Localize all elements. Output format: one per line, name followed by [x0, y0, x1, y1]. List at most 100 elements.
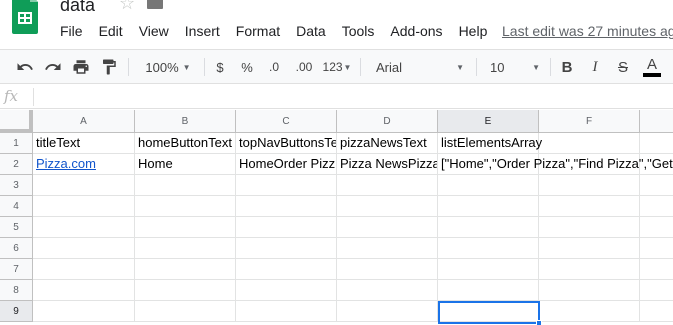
cell-g1[interactable] — [640, 133, 673, 154]
fill-handle[interactable] — [536, 320, 542, 325]
cell-c5[interactable] — [236, 217, 337, 238]
row-header-4[interactable]: 4 — [0, 196, 33, 217]
row-header-8[interactable]: 8 — [0, 280, 33, 301]
menu-help[interactable]: Help — [451, 22, 496, 42]
cell-d4[interactable] — [337, 196, 438, 217]
cell-e8[interactable] — [438, 280, 539, 301]
redo-button[interactable] — [40, 50, 66, 84]
cell-d9[interactable] — [337, 301, 438, 322]
cell-e7[interactable] — [438, 259, 539, 280]
folder-icon[interactable] — [147, 0, 163, 9]
cell-f3[interactable] — [539, 175, 640, 196]
cell-f6[interactable] — [539, 238, 640, 259]
cell-c4[interactable] — [236, 196, 337, 217]
select-all-corner[interactable] — [0, 110, 33, 133]
formula-input[interactable] — [38, 85, 668, 108]
cell-e2[interactable]: ["Home","Order Pizza","Find Pizza","Get — [438, 154, 673, 175]
cell-d1[interactable]: pizzaNewsText — [337, 133, 438, 154]
cell-a8[interactable] — [33, 280, 135, 301]
cell-d2[interactable]: Pizza NewsPizza — [337, 154, 438, 175]
menu-edit[interactable]: Edit — [91, 22, 131, 42]
cell-d6[interactable] — [337, 238, 438, 259]
cell-b4[interactable] — [135, 196, 236, 217]
menu-add-ons[interactable]: Add-ons — [382, 22, 450, 42]
column-header-f[interactable]: F — [539, 110, 640, 133]
italic-button[interactable]: I — [584, 50, 606, 84]
cell-a2[interactable]: Pizza.com — [33, 154, 135, 175]
cell-a9[interactable] — [33, 301, 135, 322]
currency-format-button[interactable]: $ — [210, 50, 230, 84]
column-header-d[interactable]: D — [337, 110, 438, 133]
cell-g8[interactable] — [640, 280, 673, 301]
cell-g7[interactable] — [640, 259, 673, 280]
cell-f5[interactable] — [539, 217, 640, 238]
more-formats-button[interactable]: 123 ▼ — [320, 50, 354, 84]
row-header-5[interactable]: 5 — [0, 217, 33, 238]
menu-data[interactable]: Data — [288, 22, 334, 42]
menu-view[interactable]: View — [131, 22, 177, 42]
row-header-3[interactable]: 3 — [0, 175, 33, 196]
cell-d5[interactable] — [337, 217, 438, 238]
decrease-decimals-button[interactable]: .0 — [262, 50, 286, 84]
document-title[interactable]: data — [60, 0, 95, 16]
strikethrough-button[interactable]: S — [612, 50, 634, 84]
cell-b1[interactable]: homeButtonText — [135, 133, 236, 154]
cell-b8[interactable] — [135, 280, 236, 301]
column-header-e[interactable]: E — [438, 110, 539, 133]
print-button[interactable] — [68, 50, 94, 84]
cell-b9[interactable] — [135, 301, 236, 322]
column-header-c[interactable]: C — [236, 110, 337, 133]
row-header-1[interactable]: 1 — [0, 133, 33, 154]
cell-e4[interactable] — [438, 196, 539, 217]
cell-c3[interactable] — [236, 175, 337, 196]
menu-insert[interactable]: Insert — [177, 22, 228, 42]
menu-file[interactable]: File — [52, 22, 91, 42]
cell-f4[interactable] — [539, 196, 640, 217]
row-header-9[interactable]: 9 — [0, 301, 33, 322]
cell-a5[interactable] — [33, 217, 135, 238]
star-icon[interactable]: ☆ — [119, 0, 135, 14]
cell-a1[interactable]: titleText — [33, 133, 135, 154]
cell-c7[interactable] — [236, 259, 337, 280]
cell-g4[interactable] — [640, 196, 673, 217]
cell-a3[interactable] — [33, 175, 135, 196]
cell-e6[interactable] — [438, 238, 539, 259]
increase-decimals-button[interactable]: .00 — [290, 50, 318, 84]
row-header-2[interactable]: 2 — [0, 154, 33, 175]
cell-d8[interactable] — [337, 280, 438, 301]
percent-format-button[interactable]: % — [236, 50, 258, 84]
cell-c1[interactable]: topNavButtonsTe — [236, 133, 337, 154]
menu-format[interactable]: Format — [228, 22, 288, 42]
cell-g9[interactable] — [640, 301, 673, 322]
last-edit-link[interactable]: Last edit was 27 minutes ago — [502, 22, 673, 40]
cell-e3[interactable] — [438, 175, 539, 196]
cell-c2[interactable]: HomeOrder Pizz — [236, 154, 337, 175]
cell-g6[interactable] — [640, 238, 673, 259]
cell-b2[interactable]: Home — [135, 154, 236, 175]
bold-button[interactable]: B — [556, 50, 578, 84]
sheets-logo-icon[interactable] — [10, 0, 40, 34]
cell-b3[interactable] — [135, 175, 236, 196]
cell-g3[interactable] — [640, 175, 673, 196]
paint-format-button[interactable] — [96, 50, 122, 84]
row-header-7[interactable]: 7 — [0, 259, 33, 280]
menu-tools[interactable]: Tools — [334, 22, 383, 42]
column-header-g[interactable] — [640, 110, 673, 133]
cell-f1[interactable] — [539, 133, 640, 154]
font-family-select[interactable]: Arial ▼ — [372, 50, 468, 84]
text-color-button[interactable]: A — [640, 50, 664, 84]
zoom-select[interactable]: 100% ▼ — [138, 50, 198, 84]
cell-a6[interactable] — [33, 238, 135, 259]
font-size-select[interactable]: 10 ▼ — [486, 50, 544, 84]
undo-button[interactable] — [12, 50, 38, 84]
cell-g5[interactable] — [640, 217, 673, 238]
cell-c9[interactable] — [236, 301, 337, 322]
cell-f9[interactable] — [539, 301, 640, 322]
cell-f7[interactable] — [539, 259, 640, 280]
cell-a4[interactable] — [33, 196, 135, 217]
cell-e1[interactable]: listElementsArray — [438, 133, 542, 154]
cell-f8[interactable] — [539, 280, 640, 301]
cell-c8[interactable] — [236, 280, 337, 301]
cell-c6[interactable] — [236, 238, 337, 259]
cell-b7[interactable] — [135, 259, 236, 280]
